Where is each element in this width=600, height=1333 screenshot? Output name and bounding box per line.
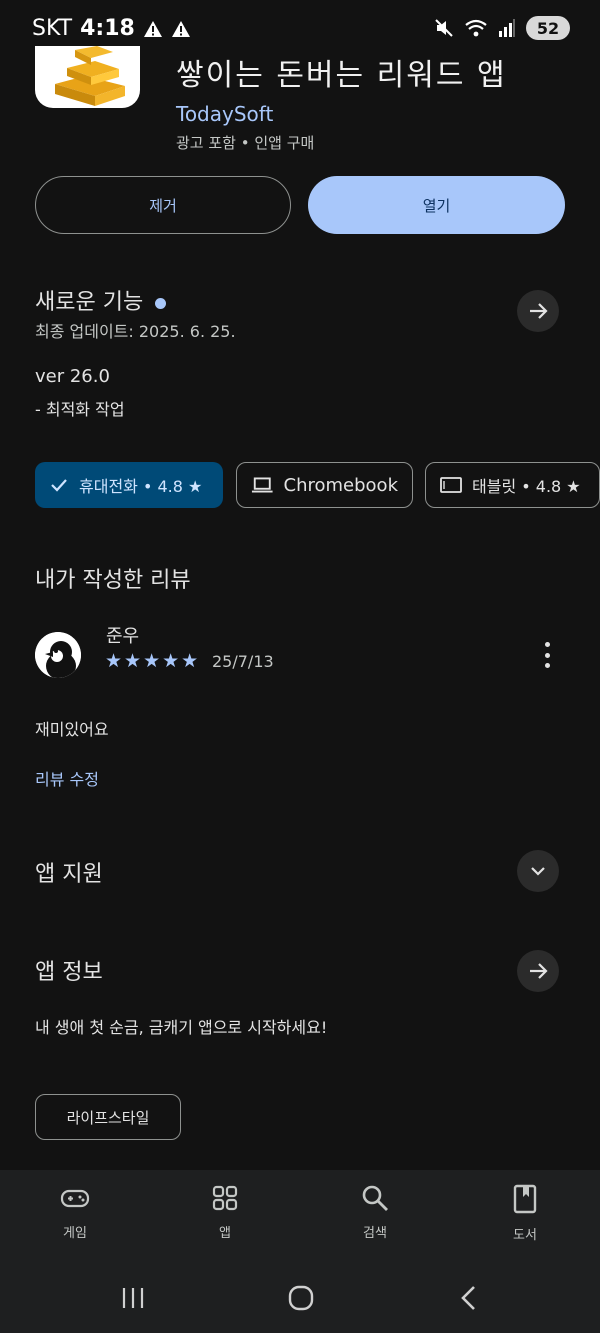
app-description: 내 생애 첫 순금, 금캐기 앱으로 시작하세요! (35, 1018, 328, 1037)
my-review-heading: 내가 작성한 리뷰 (35, 568, 191, 593)
nav-games[interactable]: 게임 (25, 1184, 125, 1241)
gamepad-icon (60, 1189, 90, 1208)
last-updated: 최종 업데이트: 2025. 6. 25. (35, 322, 236, 341)
nav-games-label: 게임 (63, 1226, 87, 1241)
nav-books[interactable]: 도서 (475, 1184, 575, 1243)
developer-link[interactable]: TodaySoft (176, 102, 273, 126)
app-title: 쌓이는 돈버는 리워드 앱 (176, 58, 507, 93)
wifi-icon (465, 19, 487, 37)
arrow-right-icon (530, 303, 548, 319)
check-icon (51, 479, 67, 492)
tablet-icon (440, 477, 462, 493)
open-button[interactable]: 열기 (308, 176, 565, 234)
device-filter-chips: 휴대전화 • 4.8 ★ Chromebook 태블릿 • 4.8 ★ (35, 462, 600, 510)
gold-bars-icon (55, 46, 125, 106)
warning-icon (171, 20, 190, 37)
whats-new-title: 새로운 기능 (35, 290, 144, 315)
version-text: ver 26.0 (35, 366, 110, 387)
nav-apps[interactable]: 앱 (175, 1184, 275, 1241)
chip-phone-label: 휴대전화 • 4.8 ★ (79, 477, 203, 496)
app-icon (35, 46, 140, 108)
nav-search-label: 검색 (363, 1226, 387, 1241)
app-support-expand-button[interactable] (517, 850, 559, 892)
warning-icon (143, 20, 162, 37)
recent-apps-icon[interactable] (120, 1286, 146, 1310)
uninstall-button-label: 제거 (149, 196, 177, 215)
whats-new-arrow-button[interactable] (517, 290, 559, 332)
whats-new-heading[interactable]: 새로운 기능 (35, 284, 167, 316)
mute-icon (435, 19, 453, 37)
category-tag-chip[interactable]: 라이프스타일 (35, 1094, 181, 1140)
clock: 4:18 (80, 16, 135, 41)
chip-tablet-label: 태블릿 • 4.8 ★ (472, 477, 581, 496)
apps-grid-icon (212, 1185, 238, 1211)
more-options-icon[interactable] (537, 640, 557, 670)
signal-icon (499, 19, 515, 37)
chip-chromebook[interactable]: Chromebook (236, 462, 413, 508)
edit-review-link[interactable]: 리뷰 수정 (35, 766, 99, 790)
reviewer-name: 준우 (106, 626, 140, 647)
back-icon[interactable] (458, 1284, 480, 1312)
arrow-right-icon (530, 963, 548, 979)
review-date: 25/7/13 (212, 652, 274, 671)
chip-tablet[interactable]: 태블릿 • 4.8 ★ (425, 462, 600, 508)
release-note: - 최적화 작업 (35, 400, 125, 419)
laptop-icon (251, 477, 273, 493)
bottom-navigation: 게임 앱 검색 도서 (0, 1170, 600, 1266)
category-tag-label: 라이프스타일 (66, 1108, 150, 1127)
star-rating: ★★★★★ (105, 650, 201, 672)
avatar (35, 632, 81, 678)
new-indicator-dot (155, 297, 167, 309)
uninstall-button[interactable]: 제거 (35, 176, 291, 234)
system-navigation-bar (0, 1266, 600, 1333)
battery-indicator: 52 (526, 16, 570, 40)
app-info-arrow-button[interactable] (517, 950, 559, 992)
nav-apps-label: 앱 (219, 1226, 231, 1241)
search-icon (362, 1185, 388, 1211)
open-button-label: 열기 (422, 196, 451, 215)
app-info-heading[interactable]: 앱 정보 (35, 954, 103, 986)
chip-chromebook-label: Chromebook (283, 474, 398, 496)
nav-books-label: 도서 (513, 1228, 537, 1243)
battery-level: 52 (536, 18, 560, 38)
nav-search[interactable]: 검색 (325, 1184, 425, 1241)
book-icon (513, 1184, 537, 1214)
carrier-label: SKT (32, 16, 73, 41)
app-support-heading[interactable]: 앱 지원 (35, 856, 103, 888)
chip-phone[interactable]: 휴대전화 • 4.8 ★ (35, 462, 223, 508)
penguin-avatar-icon (35, 632, 81, 678)
review-text: 재미있어요 (35, 720, 109, 739)
home-icon[interactable] (287, 1284, 315, 1312)
chevron-down-icon (531, 867, 545, 876)
app-meta-info: 광고 포함 • 인앱 구매 (176, 134, 315, 152)
